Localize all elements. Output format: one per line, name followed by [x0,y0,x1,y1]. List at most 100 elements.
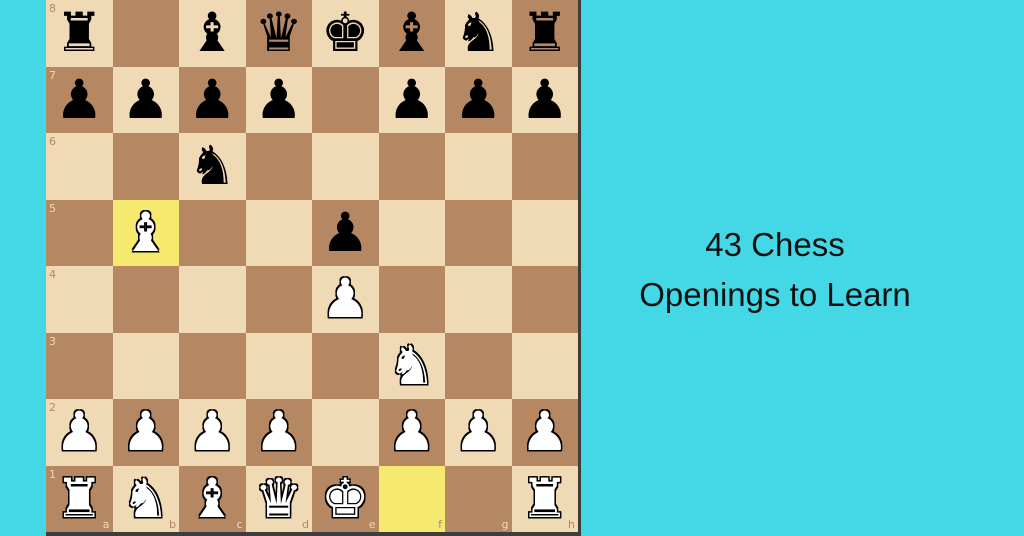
square-b7[interactable]: ♟ [112,66,179,133]
square-a8[interactable]: 8 ♜ [46,0,113,67]
square-f5[interactable] [378,199,445,266]
white-bishop-icon[interactable]: ♝ [122,205,170,260]
rank-label-1: 1 [49,467,56,481]
square-h7[interactable]: ♟ [511,66,578,133]
square-e8[interactable]: ♚ [312,0,379,67]
square-c8[interactable]: ♝ [179,0,246,67]
square-g2[interactable]: ♟ [445,399,512,466]
rank-label-8: 8 [49,2,56,15]
square-d6[interactable] [245,133,312,200]
square-b6[interactable] [112,133,179,200]
square-d8[interactable]: ♛ [245,0,312,67]
square-b4[interactable] [112,266,179,333]
square-c2[interactable]: ♟ [179,399,246,466]
black-pawn-icon[interactable]: ♟ [521,72,569,127]
square-e3[interactable] [312,332,379,399]
square-a6[interactable]: 6 [46,133,113,200]
square-h3[interactable] [511,332,578,399]
square-d2[interactable]: ♟ [245,399,312,466]
white-queen-icon[interactable]: ♛ [255,471,303,526]
square-e2[interactable] [312,399,379,466]
square-f3[interactable]: ♞ [378,332,445,399]
square-e4[interactable]: ♟ [312,266,379,333]
chess-board[interactable]: 8 ♜ ♝ ♛ ♚ ♝ ♞ ♜ 7 ♟ ♟ ♟ ♟ ♟ ♟ ♟ 6 ♞ 5 ♝ ♟ 4 ♟ 3 ♞ 2 ♟ ♟ ♟ ♟ ♟ ♟ ♟ 1 a ♜ b ♞ c ♝… [46,0,578,532]
black-king-icon[interactable]: ♚ [321,6,369,60]
black-knight-icon[interactable]: ♞ [454,6,502,60]
square-c4[interactable] [179,266,246,333]
square-c6[interactable]: ♞ [179,133,246,200]
black-pawn-icon[interactable]: ♟ [454,72,502,127]
square-b1[interactable]: b ♞ [112,465,179,532]
square-e7[interactable] [312,66,379,133]
square-a1[interactable]: 1 a ♜ [46,465,113,532]
square-h6[interactable] [511,133,578,200]
square-d7[interactable]: ♟ [245,66,312,133]
white-rook-icon[interactable]: ♜ [521,471,569,526]
black-knight-icon[interactable]: ♞ [188,139,236,193]
square-g4[interactable] [445,266,512,333]
file-label-c: c [236,518,243,531]
square-g6[interactable] [445,133,512,200]
square-f7[interactable]: ♟ [378,66,445,133]
white-pawn-icon[interactable]: ♟ [55,405,103,459]
square-d3[interactable] [245,332,312,399]
black-bishop-icon[interactable]: ♝ [188,6,236,60]
black-pawn-icon[interactable]: ♟ [255,72,303,127]
square-a4[interactable]: 4 [46,266,113,333]
square-d5[interactable] [245,199,312,266]
white-knight-icon[interactable]: ♞ [388,338,436,393]
square-h1[interactable]: h ♜ [511,465,578,532]
square-c3[interactable] [179,332,246,399]
white-pawn-icon[interactable]: ♟ [521,405,569,459]
black-pawn-icon[interactable]: ♟ [321,205,369,260]
square-b2[interactable]: ♟ [112,399,179,466]
square-h5[interactable] [511,199,578,266]
square-a3[interactable]: 3 [46,332,113,399]
black-queen-icon[interactable]: ♛ [255,6,303,60]
black-pawn-icon[interactable]: ♟ [122,72,170,127]
square-g3[interactable] [445,332,512,399]
square-b8[interactable] [112,0,179,67]
white-pawn-icon[interactable]: ♟ [122,405,170,459]
white-knight-icon[interactable]: ♞ [122,471,170,526]
square-d4[interactable] [245,266,312,333]
square-f8[interactable]: ♝ [378,0,445,67]
square-b5[interactable]: ♝ [112,199,179,266]
square-c5[interactable] [179,199,246,266]
square-g5[interactable] [445,199,512,266]
white-king-icon[interactable]: ♚ [321,471,369,526]
square-c7[interactable]: ♟ [179,66,246,133]
square-h2[interactable]: ♟ [511,399,578,466]
square-f2[interactable]: ♟ [378,399,445,466]
square-e5[interactable]: ♟ [312,199,379,266]
square-f6[interactable] [378,133,445,200]
square-c1[interactable]: c ♝ [179,465,246,532]
black-pawn-icon[interactable]: ♟ [55,72,103,127]
white-pawn-icon[interactable]: ♟ [388,405,436,459]
square-e6[interactable] [312,133,379,200]
square-g7[interactable]: ♟ [445,66,512,133]
square-a7[interactable]: 7 ♟ [46,66,113,133]
black-bishop-icon[interactable]: ♝ [388,6,436,60]
white-pawn-icon[interactable]: ♟ [255,405,303,459]
square-g1[interactable]: g [445,465,512,532]
white-bishop-icon[interactable]: ♝ [188,471,236,526]
white-pawn-icon[interactable]: ♟ [321,272,369,326]
square-g8[interactable]: ♞ [445,0,512,67]
square-h8[interactable]: ♜ [511,0,578,67]
square-b3[interactable] [112,332,179,399]
square-a2[interactable]: 2 ♟ [46,399,113,466]
black-rook-icon[interactable]: ♜ [55,6,103,60]
white-rook-icon[interactable]: ♜ [55,471,103,526]
square-f4[interactable] [378,266,445,333]
square-e1[interactable]: e ♚ [312,465,379,532]
black-pawn-icon[interactable]: ♟ [388,72,436,127]
square-h4[interactable] [511,266,578,333]
square-d1[interactable]: d ♛ [245,465,312,532]
square-f1[interactable]: f [378,465,445,532]
black-rook-icon[interactable]: ♜ [521,6,569,60]
white-pawn-icon[interactable]: ♟ [454,405,502,459]
square-a5[interactable]: 5 [46,199,113,266]
white-pawn-icon[interactable]: ♟ [188,405,236,459]
black-pawn-icon[interactable]: ♟ [188,72,236,127]
